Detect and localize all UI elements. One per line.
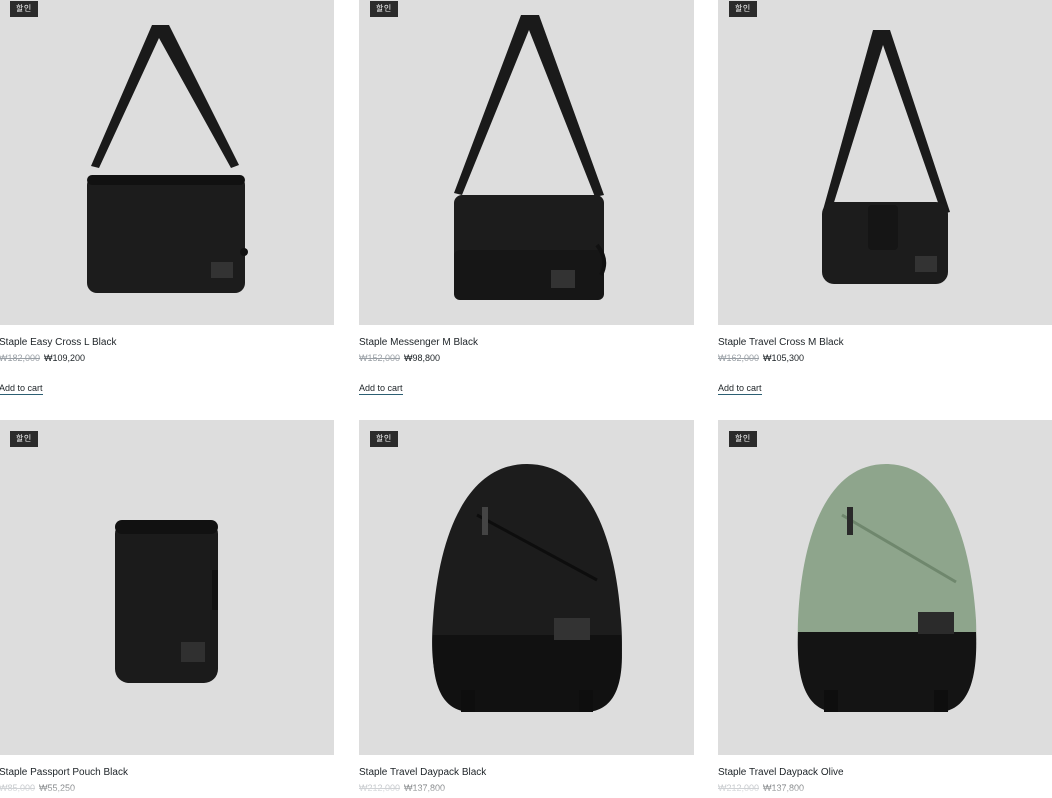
product-price: ₩212,000 ₩137,800: [718, 783, 1052, 793]
product-card: 할인 Staple Travel Daypack Olive ₩212,000 ₩…: [718, 420, 1052, 793]
sale-badge: 할인: [370, 1, 398, 17]
product-image[interactable]: 할인: [359, 0, 694, 325]
sale-price: ₩105,300: [763, 353, 805, 363]
product-image[interactable]: 할인: [718, 420, 1052, 755]
sale-price: ₩137,800: [404, 783, 446, 793]
original-price: ₩152,000: [359, 353, 401, 363]
product-image[interactable]: 할인: [718, 0, 1052, 325]
product-image[interactable]: 할인: [0, 0, 334, 325]
product-title[interactable]: Staple Easy Cross L Black: [0, 337, 334, 348]
product-title[interactable]: Staple Travel Daypack Black: [359, 767, 694, 778]
original-price: ₩212,000: [718, 783, 760, 793]
product-price: ₩212,000 ₩137,800: [359, 783, 694, 793]
sale-badge: 할인: [729, 431, 757, 447]
product-title[interactable]: Staple Messenger M Black: [359, 337, 694, 348]
product-card: 할인 Staple Travel Daypack Black ₩212,000 ₩…: [359, 420, 694, 793]
black-daypack-image: [432, 464, 622, 712]
original-price: ₩85,000: [0, 783, 36, 793]
sale-badge: 할인: [370, 431, 398, 447]
product-card: 할인 Staple Messenger M Black ₩152,000 ₩98,…: [359, 0, 694, 396]
product-image[interactable]: 할인: [359, 420, 694, 755]
product-card: 할인 Staple Passport Pouch Black ₩85,000 ₩5…: [0, 420, 334, 793]
product-card: 할인 Staple Easy Cross L Black ₩182,000 ₩10…: [0, 0, 334, 396]
passport-pouch-image: [115, 520, 218, 683]
sale-price: ₩109,200: [44, 353, 86, 363]
sale-price: ₩137,800: [763, 783, 805, 793]
original-price: ₩182,000: [0, 353, 41, 363]
travel-cross-bag-image: [822, 30, 950, 284]
product-price: ₩85,000 ₩55,250: [0, 783, 334, 793]
product-price: ₩162,000 ₩105,300: [718, 353, 1052, 363]
product-title[interactable]: Staple Passport Pouch Black: [0, 767, 334, 778]
sale-badge: 할인: [10, 431, 38, 447]
original-price: ₩212,000: [359, 783, 401, 793]
product-price: ₩182,000 ₩109,200: [0, 353, 334, 363]
olive-daypack-image: [797, 464, 977, 712]
messenger-bag-image: [454, 15, 607, 300]
product-image[interactable]: 할인: [0, 420, 334, 755]
sale-badge: 할인: [729, 1, 757, 17]
sale-badge: 할인: [10, 1, 38, 17]
product-price: ₩152,000 ₩98,800: [359, 353, 694, 363]
original-price: ₩162,000: [718, 353, 760, 363]
sale-price: ₩98,800: [404, 353, 441, 363]
product-title[interactable]: Staple Travel Cross M Black: [718, 337, 1052, 348]
product-card: 할인 Staple Travel Cross M Black ₩162,000 ₩…: [718, 0, 1052, 396]
sale-price: ₩55,250: [39, 783, 76, 793]
product-title[interactable]: Staple Travel Daypack Olive: [718, 767, 1052, 778]
add-to-cart-button[interactable]: Add to cart: [718, 383, 762, 395]
add-to-cart-button[interactable]: Add to cart: [359, 383, 403, 395]
crossbody-bag-image: [87, 25, 248, 293]
add-to-cart-button[interactable]: Add to cart: [0, 383, 43, 395]
